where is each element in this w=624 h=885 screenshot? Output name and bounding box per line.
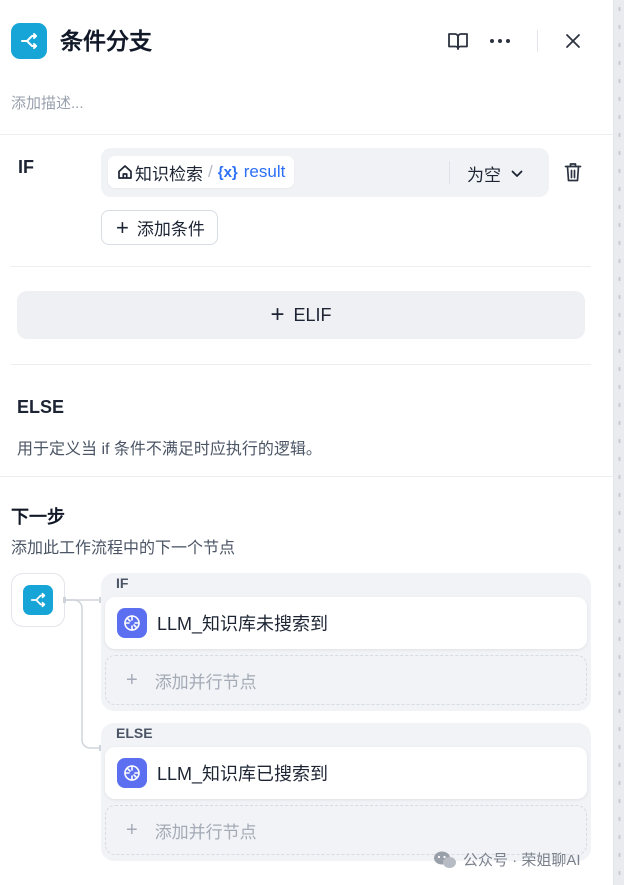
llm-icon	[117, 608, 147, 638]
book-icon[interactable]	[445, 28, 471, 54]
close-icon[interactable]	[560, 28, 586, 54]
branch-label: ELSE	[116, 725, 153, 741]
header-divider	[537, 30, 538, 52]
source-node-name: 知识检索	[135, 164, 203, 184]
path-separator: /	[208, 162, 213, 181]
divider	[0, 134, 614, 135]
trash-icon[interactable]	[560, 158, 586, 186]
if-label: IF	[18, 157, 34, 177]
plus-icon: +	[126, 818, 138, 841]
watermark: 公众号 · 荣姐聊AI	[433, 849, 581, 870]
elif-label: ELIF	[293, 304, 332, 325]
variable-name: result	[243, 162, 286, 181]
add-parallel-node-button[interactable]: + 添加并行节点	[105, 805, 587, 855]
node-config-panel: 条件分支 添加描述... IF 知识检索 / {x} result 为空 + 添…	[0, 0, 614, 885]
current-node-icon	[11, 573, 65, 627]
plus-icon: +	[270, 301, 285, 328]
branch-target-node[interactable]: LLM_知识库未搜索到	[105, 597, 587, 649]
else-label: ELSE	[17, 397, 65, 417]
branch-icon	[23, 585, 53, 615]
variable-selector[interactable]: 知识检索 / {x} result	[108, 156, 295, 188]
operator-select[interactable]: 为空	[467, 161, 523, 186]
branch-label: IF	[116, 575, 129, 591]
more-icon[interactable]	[487, 28, 513, 54]
add-parallel-label: 添加并行节点	[154, 822, 257, 842]
divider	[11, 266, 591, 267]
divider	[11, 364, 591, 365]
panel-title: 条件分支	[60, 28, 152, 54]
branch-else: ELSE LLM_知识库已搜索到 + 添加并行节点	[101, 723, 591, 861]
canvas-dot-grid	[615, 0, 624, 885]
target-node-name: LLM_知识库已搜索到	[157, 764, 329, 784]
plus-icon: +	[116, 214, 129, 240]
next-step-description: 添加此工作流程中的下一个节点	[11, 540, 236, 557]
plus-icon: +	[126, 668, 138, 691]
chevron-down-icon	[511, 170, 523, 177]
branch-target-node[interactable]: LLM_知识库已搜索到	[105, 747, 587, 799]
add-parallel-node-button[interactable]: + 添加并行节点	[105, 655, 587, 705]
next-step-title: 下一步	[11, 507, 65, 527]
else-description: 用于定义当 if 条件不满足时应执行的逻辑。	[17, 441, 322, 458]
branch-node-icon	[11, 23, 47, 59]
wechat-icon	[434, 851, 456, 868]
divider	[0, 476, 614, 477]
description-input[interactable]: 添加描述...	[11, 92, 84, 113]
add-elif-button[interactable]: + ELIF	[17, 291, 585, 339]
add-parallel-label: 添加并行节点	[154, 672, 257, 692]
watermark-text: 公众号 · 荣姐聊AI	[463, 852, 581, 869]
llm-icon	[117, 758, 147, 788]
operator-value: 为空	[467, 166, 501, 185]
condition-row: 知识检索 / {x} result 为空	[101, 148, 549, 197]
variable-icon: {x}	[217, 163, 238, 181]
home-icon	[118, 165, 132, 179]
operator-divider	[449, 161, 450, 184]
target-node-name: LLM_知识库未搜索到	[157, 614, 329, 634]
add-condition-label: 添加条件	[136, 220, 205, 239]
branch-if: IF LLM_知识库未搜索到 + 添加并行节点	[101, 573, 591, 711]
add-condition-button[interactable]: + 添加条件	[101, 210, 218, 245]
